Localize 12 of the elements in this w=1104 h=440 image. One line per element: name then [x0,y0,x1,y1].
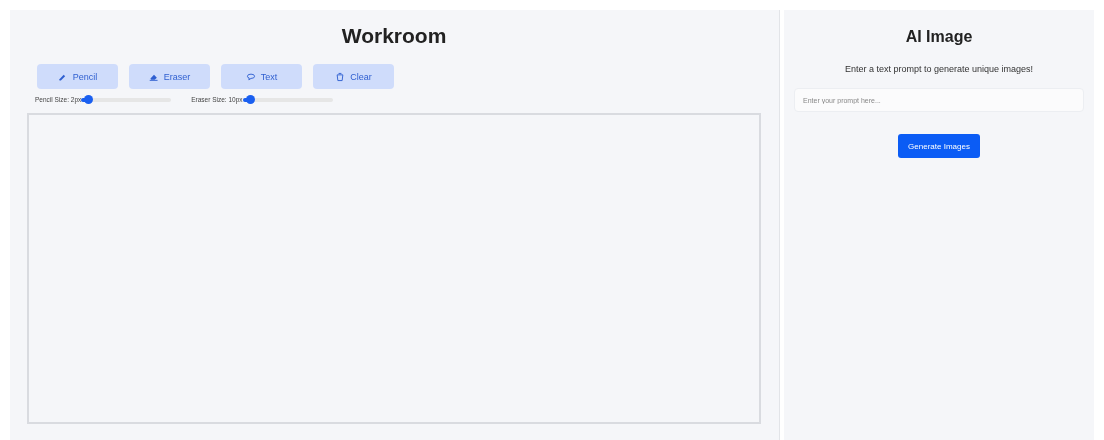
eraser-button[interactable]: Eraser [129,64,210,89]
speech-bubble-icon [245,71,256,82]
panel-subtitle: Enter a text prompt to generate unique images! [844,64,1034,74]
generate-button[interactable]: Generate Images [898,134,980,158]
size-slider[interactable] [242,97,333,102]
size-slider[interactable] [81,97,172,102]
text-button[interactable]: Text [221,64,302,89]
workroom-title: Workroom [341,24,447,48]
trash-icon [335,71,346,82]
pencil-button[interactable]: Pencil [37,64,118,89]
clear-button[interactable]: Clear [313,64,394,89]
panel-title: AI Image [905,28,973,46]
